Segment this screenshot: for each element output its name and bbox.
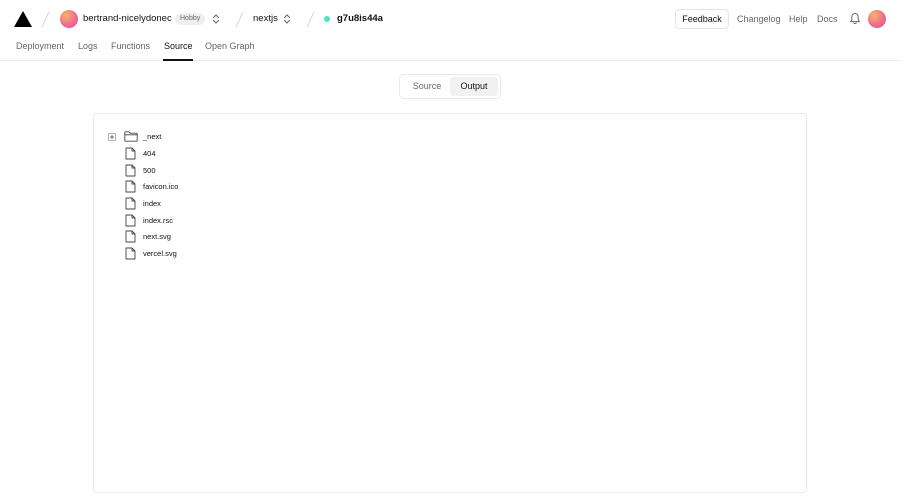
file-icon xyxy=(125,214,136,227)
notifications-bell-icon[interactable] xyxy=(849,12,861,25)
tree-item-name: favicon.ico xyxy=(143,182,179,191)
tree-item-name: index.rsc xyxy=(143,216,174,225)
changelog-link[interactable]: Changelog xyxy=(737,14,781,24)
folder-icon xyxy=(124,131,138,142)
slash-divider xyxy=(41,11,50,28)
project-switcher-chevron-icon[interactable] xyxy=(283,13,291,25)
tab-deployment[interactable]: Deployment xyxy=(16,41,64,51)
expand-plus-icon[interactable] xyxy=(108,133,116,141)
file-tree-panel: _next 404 500 favicon.ico index index.rs… xyxy=(93,113,807,493)
slash-divider xyxy=(306,11,315,28)
deployment-status-dot xyxy=(324,16,330,22)
help-link[interactable]: Help xyxy=(789,14,808,24)
tree-item-name: _next xyxy=(143,132,162,141)
slash-divider xyxy=(235,11,244,28)
toggle-source-option[interactable]: Source xyxy=(404,77,450,96)
tree-item-name: next.svg xyxy=(143,232,171,241)
tree-folder-row[interactable]: _next xyxy=(94,129,394,145)
file-icon xyxy=(125,247,136,260)
tree-item-name: index xyxy=(143,199,161,208)
tab-logs[interactable]: Logs xyxy=(78,41,98,51)
docs-link[interactable]: Docs xyxy=(817,14,838,24)
file-icon xyxy=(125,180,136,193)
tree-file-row[interactable]: vercel.svg xyxy=(94,246,394,262)
tree-item-name: 404 xyxy=(143,149,156,158)
file-icon xyxy=(125,197,136,210)
deployment-id[interactable]: g7u8is44a xyxy=(337,13,383,24)
tree-item-name: 500 xyxy=(143,166,156,175)
vercel-logo-icon[interactable] xyxy=(14,11,32,27)
file-icon xyxy=(125,147,136,160)
team-switcher-chevron-icon[interactable] xyxy=(212,13,220,25)
plan-badge: Hobby xyxy=(175,13,206,25)
tab-source[interactable]: Source xyxy=(164,41,193,51)
source-output-toggle: Source Output xyxy=(399,74,501,99)
tree-file-row[interactable]: index.rsc xyxy=(94,213,394,229)
tree-file-row[interactable]: favicon.ico xyxy=(94,179,394,195)
tree-file-row[interactable]: 500 xyxy=(94,163,394,179)
toggle-output-option[interactable]: Output xyxy=(450,77,498,96)
file-icon xyxy=(125,230,136,243)
top-bar: bertrand-nicelydonec Hobby nextjs g7u8is… xyxy=(0,0,900,38)
team-name[interactable]: bertrand-nicelydonec xyxy=(83,13,172,24)
tree-item-name: vercel.svg xyxy=(143,249,177,258)
file-icon xyxy=(125,164,136,177)
tree-file-row[interactable]: next.svg xyxy=(94,229,394,245)
tab-bar: Deployment Logs Functions Source Open Gr… xyxy=(0,38,900,61)
tree-file-row[interactable]: 404 xyxy=(94,146,394,162)
tree-file-row[interactable]: index xyxy=(94,196,394,212)
tab-functions[interactable]: Functions xyxy=(111,41,150,51)
active-tab-indicator xyxy=(163,59,193,61)
tab-open-graph[interactable]: Open Graph xyxy=(205,41,255,51)
team-avatar[interactable] xyxy=(60,10,78,28)
header: bertrand-nicelydonec Hobby nextjs g7u8is… xyxy=(0,0,900,61)
user-avatar[interactable] xyxy=(868,10,886,28)
project-name[interactable]: nextjs xyxy=(253,13,278,24)
feedback-button[interactable]: Feedback xyxy=(675,9,729,29)
